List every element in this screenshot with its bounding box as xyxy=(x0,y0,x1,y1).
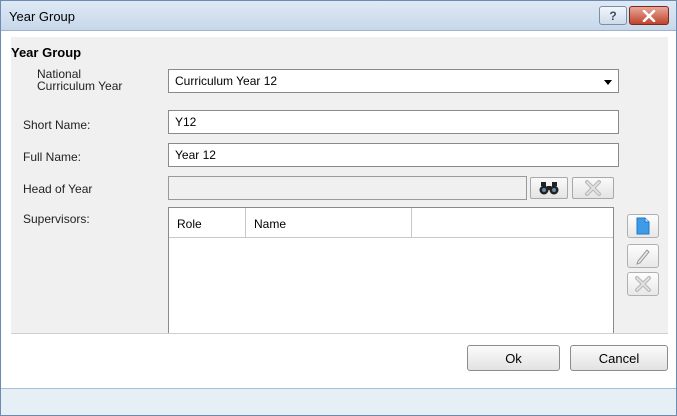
add-supervisor-button[interactable] xyxy=(627,214,659,238)
binoculars-icon xyxy=(539,182,559,195)
full-name-value: Year 12 xyxy=(175,148,216,162)
help-button[interactable]: ? xyxy=(599,6,627,25)
ok-button[interactable]: Ok xyxy=(467,345,560,371)
search-head-of-year-button[interactable] xyxy=(530,177,568,199)
close-button[interactable] xyxy=(629,6,669,25)
short-name-input[interactable]: Y12 xyxy=(168,110,619,134)
short-name-label: Short Name: xyxy=(23,118,91,132)
edit-supervisor-button[interactable] xyxy=(627,244,659,268)
column-header-name[interactable]: Name xyxy=(246,208,412,238)
column-header-extra[interactable] xyxy=(412,208,613,238)
grid-header: Role Name xyxy=(169,208,613,238)
chevron-down-icon xyxy=(604,80,612,85)
year-group-dialog: Year Group ? Year Group National Curricu… xyxy=(0,0,677,416)
head-of-year-field xyxy=(168,176,527,200)
remove-supervisor-button[interactable] xyxy=(627,272,659,296)
column-header-role[interactable]: Role xyxy=(169,208,246,238)
divider xyxy=(11,333,668,334)
window-title: Year Group xyxy=(9,9,76,24)
pencil-icon xyxy=(636,249,650,265)
new-document-icon xyxy=(636,217,650,235)
cancel-button[interactable]: Cancel xyxy=(570,345,668,371)
status-bar xyxy=(1,388,676,415)
section-title: Year Group xyxy=(11,45,82,60)
national-label-line2: Curriculum Year xyxy=(37,79,123,93)
national-curriculum-year-value: Curriculum Year 12 xyxy=(175,74,278,88)
supervisors-label: Supervisors: xyxy=(23,212,90,226)
clear-head-of-year-button[interactable] xyxy=(572,177,614,199)
delete-icon xyxy=(585,180,601,196)
national-curriculum-year-select[interactable]: Curriculum Year 12 xyxy=(168,69,619,93)
close-icon xyxy=(642,9,656,22)
supervisors-grid[interactable]: Role Name xyxy=(168,207,614,333)
national-curriculum-year-label: National Curriculum Year xyxy=(37,68,122,92)
head-of-year-label: Head of Year xyxy=(23,182,93,196)
short-name-value: Y12 xyxy=(175,115,197,129)
delete-icon xyxy=(635,276,651,292)
title-bar: Year Group ? xyxy=(1,1,676,31)
help-icon: ? xyxy=(609,8,617,23)
full-name-input[interactable]: Year 12 xyxy=(168,143,619,167)
full-name-label: Full Name: xyxy=(23,150,82,164)
